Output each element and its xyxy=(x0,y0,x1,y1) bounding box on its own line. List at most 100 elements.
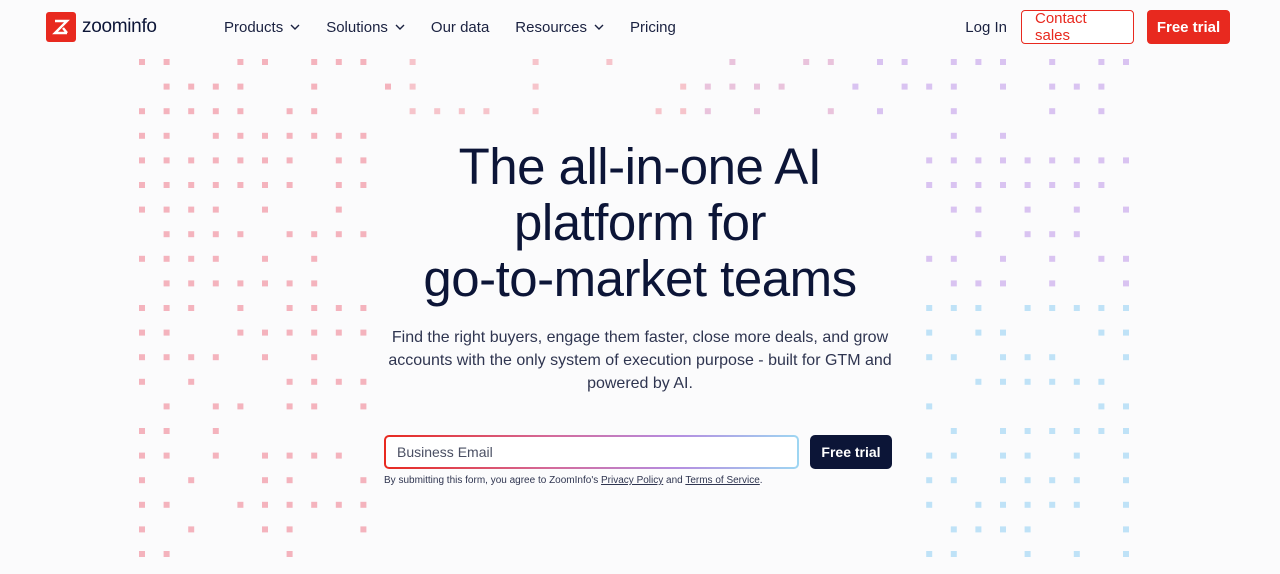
decorative-dot xyxy=(1024,378,1031,385)
legal-and: and xyxy=(663,475,686,486)
decorative-dot xyxy=(163,501,170,508)
decorative-dot xyxy=(212,452,219,459)
decorative-dot xyxy=(286,378,293,385)
decorative-dot xyxy=(458,108,465,115)
zoominfo-logo-icon xyxy=(46,12,76,42)
decorative-dot xyxy=(1073,452,1080,459)
decorative-dot xyxy=(1000,378,1006,385)
decorative-dot xyxy=(237,59,244,65)
decorative-dot xyxy=(188,477,195,484)
decorative-dot xyxy=(950,108,957,115)
nav-item-label: Our data xyxy=(430,18,490,36)
decorative-dot xyxy=(1073,83,1080,90)
decorative-dot xyxy=(139,108,145,115)
decorative-dot xyxy=(852,83,859,90)
decorative-dot xyxy=(950,59,957,65)
decorative-dot xyxy=(139,551,145,557)
decorative-dot xyxy=(188,526,195,533)
decorative-dot xyxy=(163,59,170,65)
business-email-input[interactable] xyxy=(386,437,797,467)
decorative-dot xyxy=(163,428,170,434)
decorative-dot xyxy=(1123,526,1129,533)
decorative-dot xyxy=(262,452,268,459)
decorative-dot xyxy=(1049,108,1056,115)
decorative-dot xyxy=(1123,477,1129,484)
decorative-dot xyxy=(1024,428,1031,434)
decorative-dot xyxy=(926,477,933,484)
decorative-dot xyxy=(1073,378,1080,385)
decorative-dot xyxy=(286,403,293,410)
nav-item-resources[interactable]: Resources xyxy=(515,19,604,36)
decorative-dot xyxy=(286,526,293,533)
decorative-dot xyxy=(237,329,244,336)
decorative-dot xyxy=(1073,551,1080,557)
decorative-dot xyxy=(139,132,145,139)
login-link[interactable]: Log In xyxy=(965,19,1007,36)
decorative-dot xyxy=(1000,526,1006,533)
decorative-dot xyxy=(1024,526,1031,533)
decorative-dot xyxy=(311,452,318,459)
decorative-dot xyxy=(803,59,810,65)
decorative-dot xyxy=(950,354,957,361)
decorative-dot xyxy=(335,59,342,65)
nav-item-products[interactable]: Products xyxy=(224,19,300,36)
decorative-dot xyxy=(262,59,268,65)
decorative-dot xyxy=(360,501,367,508)
decorative-dot xyxy=(139,329,145,336)
chevron-down-icon xyxy=(290,24,300,30)
decorative-dot xyxy=(532,59,539,65)
nav-item-pricing[interactable]: Pricing xyxy=(630,19,676,36)
decorative-dot xyxy=(237,83,244,90)
decorative-dot xyxy=(754,108,760,115)
hero-free-trial-button[interactable]: Free trial xyxy=(810,435,892,469)
decorative-dot xyxy=(1073,477,1080,484)
decorative-dot xyxy=(1000,83,1006,90)
decorative-dot xyxy=(286,329,293,336)
decorative-dot xyxy=(1024,501,1031,508)
contact-sales-button[interactable]: Contact sales xyxy=(1021,10,1134,44)
decorative-dot xyxy=(360,477,367,484)
decorative-dot xyxy=(926,329,933,336)
decorative-dot xyxy=(409,83,416,90)
decorative-dot xyxy=(212,354,219,361)
decorative-dot xyxy=(1000,501,1006,508)
decorative-dot xyxy=(139,59,145,65)
legal-disclaimer: By submitting this form, you agree to Zo… xyxy=(384,475,763,486)
terms-of-service-link[interactable]: Terms of Service xyxy=(685,475,759,486)
decorative-dot xyxy=(335,132,342,139)
decorative-dot xyxy=(975,378,982,385)
privacy-policy-link[interactable]: Privacy Policy xyxy=(601,475,663,486)
decorative-dot xyxy=(188,108,195,115)
decorative-dot xyxy=(237,108,244,115)
hero-headline: The all-in-one AI platform for go-to-mar… xyxy=(0,139,1280,307)
top-navigation: zoominfo Products Solutions Our data Res… xyxy=(0,0,1280,54)
decorative-dot xyxy=(606,59,613,65)
decorative-dot xyxy=(188,83,195,90)
decorative-dot xyxy=(286,452,293,459)
decorative-dot xyxy=(1024,354,1031,361)
decorative-dot xyxy=(311,59,318,65)
decorative-dot xyxy=(139,354,145,361)
decorative-dot xyxy=(729,83,736,90)
decorative-dot xyxy=(286,477,293,484)
decorative-dot xyxy=(1049,59,1056,65)
decorative-dot xyxy=(385,83,391,90)
decorative-dot xyxy=(360,403,367,410)
nav-actions: Log In Contact sales Free trial xyxy=(965,10,1230,44)
decorative-dot xyxy=(1049,378,1056,385)
nav-item-our-data[interactable]: Our data xyxy=(431,19,489,36)
decorative-dot xyxy=(1049,83,1056,90)
decorative-dot xyxy=(1123,428,1129,434)
decorative-dot xyxy=(1123,354,1129,361)
decorative-dot xyxy=(680,83,687,90)
decorative-dot xyxy=(1123,403,1129,410)
decorative-dot xyxy=(286,108,293,115)
nav-item-solutions[interactable]: Solutions xyxy=(326,19,405,36)
decorative-dot xyxy=(335,378,342,385)
decorative-dot xyxy=(950,83,957,90)
decorative-dot xyxy=(311,378,318,385)
decorative-dot xyxy=(827,108,834,115)
zoominfo-logo[interactable]: zoominfo xyxy=(46,12,157,42)
decorative-dot xyxy=(926,452,933,459)
nav-free-trial-button[interactable]: Free trial xyxy=(1147,10,1230,44)
